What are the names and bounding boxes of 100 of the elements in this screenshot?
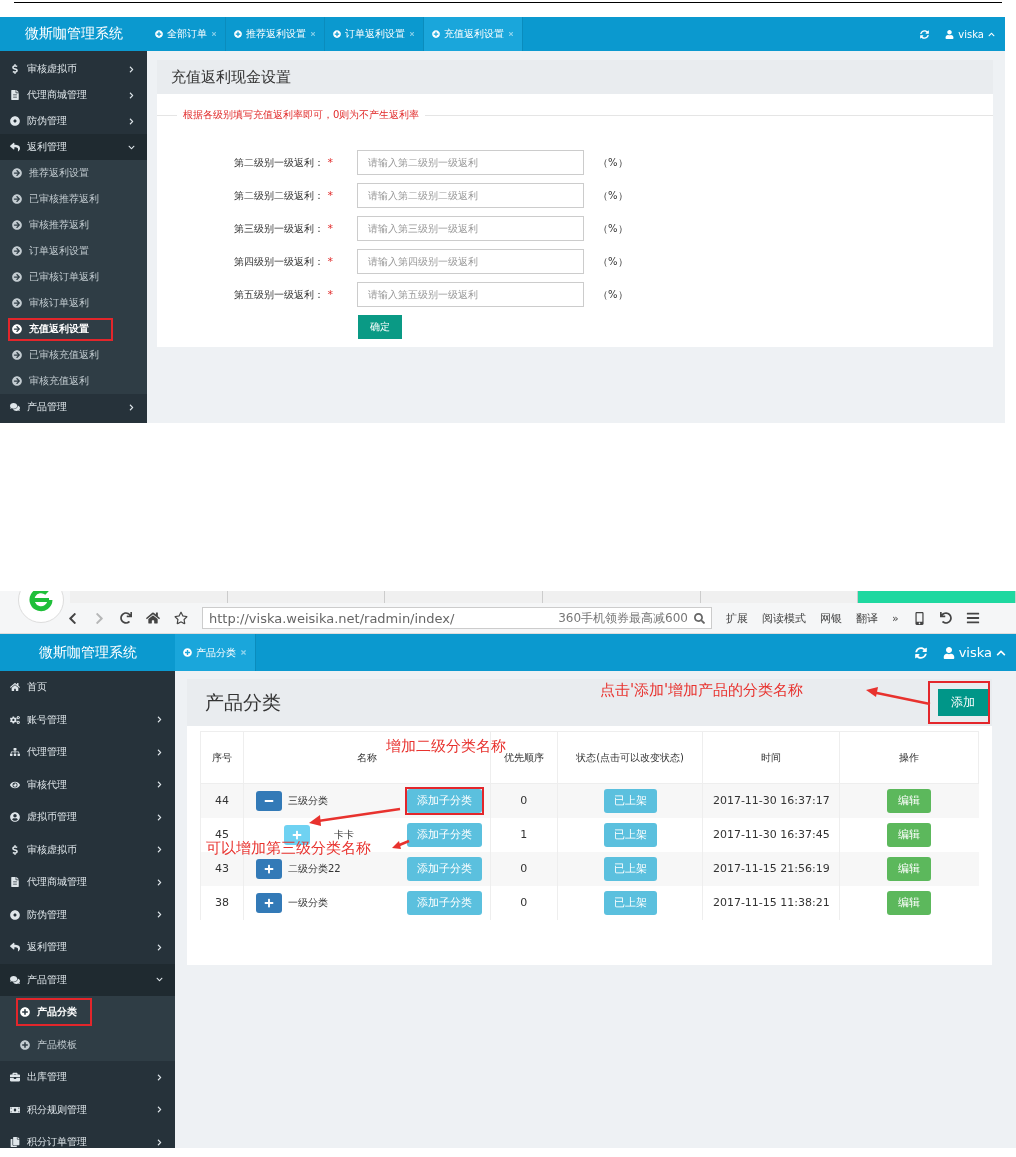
table-cell: 0 bbox=[490, 783, 558, 818]
chat-icon bbox=[10, 402, 20, 412]
undo-icon[interactable] bbox=[939, 612, 952, 624]
annotation-text: 点击'添加'增加产品的分类名称 bbox=[600, 681, 804, 700]
page-title: 充值返利现金设置 bbox=[171, 67, 291, 87]
category-name: 卡卡 bbox=[333, 827, 354, 840]
chevron-right-icon bbox=[156, 781, 163, 789]
close-icon bbox=[211, 31, 217, 37]
chevron-right-icon bbox=[128, 403, 135, 411]
chevron-down-icon bbox=[128, 143, 135, 151]
input-field[interactable]: 请输入第四级别一级返利 bbox=[357, 249, 584, 274]
url-text: http://viska.weisika.net/radmin/index/ bbox=[209, 610, 455, 626]
table-cell: 1 bbox=[490, 817, 558, 852]
sidebar-item[interactable]: 防伪管理 bbox=[0, 898, 175, 931]
collapse-button[interactable] bbox=[255, 790, 282, 811]
sidebar-item[interactable]: 积分规则管理 bbox=[0, 1093, 175, 1126]
toolbar-item[interactable]: 翻译 bbox=[856, 610, 878, 626]
chevron-right-icon bbox=[156, 813, 163, 821]
input-field[interactable]: 请输入第二级别二级返利 bbox=[357, 183, 584, 208]
plus-icon bbox=[291, 829, 302, 840]
toolbar-item[interactable]: 网银 bbox=[820, 610, 842, 626]
table-cell: 2017-11-30 16:37:45 bbox=[702, 817, 840, 852]
field-label: 第四级别一级返利： * bbox=[232, 254, 334, 269]
dollar-icon bbox=[10, 844, 20, 855]
sidebar-item[interactable]: 代理商城管理 bbox=[0, 82, 147, 108]
app-title: 微斯咖管理系统 bbox=[23, 24, 124, 43]
sidebar-item[interactable]: 积分订单管理 bbox=[0, 1126, 175, 1148]
sidebar-item[interactable]: 账号管理 bbox=[0, 703, 175, 736]
confirm-button[interactable]: 确定 bbox=[358, 315, 402, 339]
document-icon bbox=[10, 877, 20, 888]
chevron-right-icon bbox=[156, 943, 163, 951]
sidebar-item[interactable]: 防伪管理 bbox=[0, 108, 147, 134]
app-title: 微斯咖管理系统 bbox=[37, 642, 138, 662]
sidebar-item[interactable]: 代理管理 bbox=[0, 736, 175, 769]
category-name: 二级分类22 bbox=[287, 861, 341, 876]
user-icon bbox=[945, 29, 955, 39]
refresh-icon[interactable] bbox=[920, 29, 930, 39]
category-name: 三级分类 bbox=[287, 793, 328, 808]
expand-button[interactable] bbox=[255, 892, 282, 913]
table-cell: 0 bbox=[490, 851, 558, 886]
sidebar-item[interactable]: 出库管理 bbox=[0, 1061, 175, 1094]
menu-icon[interactable] bbox=[965, 611, 980, 625]
target-icon bbox=[10, 116, 20, 126]
add-button[interactable]: 添加 bbox=[938, 689, 988, 716]
address-bar[interactable]: http://viska.weisika.net/radmin/index/ 360手机领券最高减600 bbox=[202, 607, 712, 629]
star-icon[interactable] bbox=[174, 611, 188, 625]
sidebar-item[interactable]: 首页 bbox=[0, 671, 175, 704]
sidebar-item[interactable]: 返利管理 bbox=[0, 931, 175, 964]
column-header: 时间 bbox=[702, 731, 840, 784]
user-icon bbox=[942, 646, 955, 659]
chevron-right-icon bbox=[156, 911, 163, 919]
sidebar-item[interactable]: 虚拟币管理 bbox=[0, 801, 175, 834]
user-name: viska bbox=[958, 645, 992, 660]
tab-label: 推荐返利设置 bbox=[246, 27, 306, 41]
user-name: viska bbox=[958, 28, 984, 40]
sitemap-icon bbox=[10, 747, 20, 758]
toolbar-item[interactable]: 扩展 bbox=[726, 610, 748, 626]
unit-label: （%） bbox=[598, 155, 628, 170]
toolbar-item[interactable]: 阅读模式 bbox=[762, 610, 806, 626]
target-icon bbox=[10, 909, 20, 920]
sidebar-item[interactable]: 审核代理 bbox=[0, 768, 175, 801]
sidebar-item[interactable]: 审核虚拟币 bbox=[0, 56, 147, 82]
unit-label: （%） bbox=[598, 287, 628, 302]
sidebar-subitem[interactable]: 充值返利设置 bbox=[8, 317, 113, 341]
sidebar-item[interactable]: 审核虚拟币 bbox=[0, 833, 175, 866]
field-label: 第二级别一级返利： * bbox=[232, 155, 334, 170]
gears-icon bbox=[10, 714, 20, 725]
search-suggestion: 360手机领券最高减600 bbox=[558, 609, 688, 627]
chevron-right-icon bbox=[128, 65, 135, 73]
chevron-up-icon bbox=[988, 30, 995, 38]
sidebar-item[interactable]: 返利管理 bbox=[0, 134, 147, 160]
reload-icon[interactable] bbox=[120, 612, 132, 624]
input-field[interactable]: 请输入第五级别一级返利 bbox=[357, 282, 584, 307]
chevron-right-icon bbox=[156, 1138, 163, 1146]
toolbar-item[interactable]: » bbox=[892, 611, 899, 625]
refresh-icon[interactable] bbox=[914, 646, 927, 659]
back-icon[interactable] bbox=[66, 611, 79, 625]
expand-button[interactable] bbox=[255, 858, 282, 879]
chevron-right-icon bbox=[156, 748, 163, 756]
sidebar-item[interactable]: 产品管理 bbox=[0, 963, 175, 996]
sidebar-item[interactable]: 代理商城管理 bbox=[0, 866, 175, 899]
phone-icon[interactable] bbox=[912, 611, 926, 625]
input-field[interactable]: 请输入第三级别一级返利 bbox=[357, 216, 584, 241]
unit-label: （%） bbox=[598, 254, 628, 269]
input-field[interactable]: 请输入第二级别一级返利 bbox=[357, 150, 584, 175]
sidebar-item[interactable]: 产品管理 bbox=[0, 394, 147, 420]
column-header: 操作 bbox=[839, 731, 979, 784]
chevron-down-icon bbox=[156, 976, 163, 984]
banknote-icon bbox=[10, 1104, 20, 1115]
search-icon bbox=[694, 612, 705, 624]
tab-label: 订单返利设置 bbox=[345, 27, 405, 41]
reply-icon bbox=[10, 142, 20, 152]
chevron-right-icon bbox=[156, 1106, 163, 1114]
unit-label: （%） bbox=[598, 221, 628, 236]
home-icon[interactable] bbox=[146, 611, 160, 625]
field-label: 第三级别一级返利： * bbox=[232, 221, 334, 236]
document-icon bbox=[10, 90, 20, 100]
tab-label: 产品分类 bbox=[196, 645, 236, 660]
sidebar-subitem[interactable]: 产品分类 bbox=[16, 998, 92, 1027]
tab-label: 充值返利设置 bbox=[444, 27, 504, 41]
